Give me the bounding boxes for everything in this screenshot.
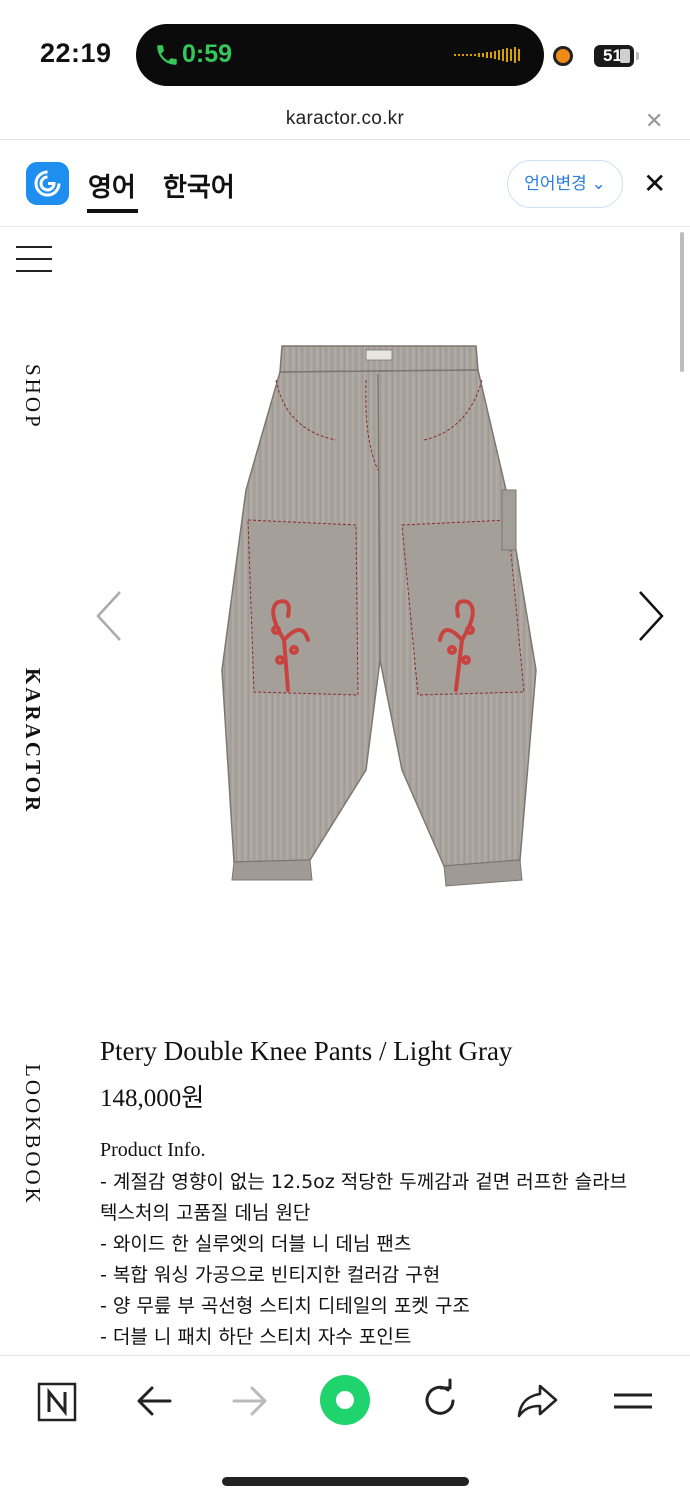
side-nav-karactor[interactable]: KARACTOR xyxy=(20,668,45,814)
battery-tip xyxy=(636,52,639,60)
tab-target-language[interactable]: 한국어 xyxy=(163,167,235,204)
previous-image-arrow-icon[interactable] xyxy=(92,586,132,646)
product-image[interactable] xyxy=(206,340,556,895)
translate-logo-icon xyxy=(26,162,69,205)
info-line: - 와이드 한 실루엣의 더블 니 데님 팬츠 xyxy=(100,1233,412,1255)
product-price: 148,000원 xyxy=(100,1085,205,1112)
close-translate-icon[interactable]: ✕ xyxy=(643,167,666,200)
menu-icon[interactable] xyxy=(608,1376,658,1426)
info-line: - 더블 니 패치 하단 스티치 자수 포인트 xyxy=(100,1326,412,1348)
home-indicator[interactable] xyxy=(222,1477,469,1486)
audio-wave-icon xyxy=(454,47,520,63)
close-tab-icon[interactable]: ✕ xyxy=(645,108,663,134)
share-icon[interactable] xyxy=(512,1376,562,1426)
green-circle-icon[interactable] xyxy=(319,1374,371,1426)
call-pill[interactable]: 0:59 xyxy=(136,24,544,86)
battery-icon: 51 xyxy=(594,45,634,67)
naver-n-icon[interactable] xyxy=(33,1376,83,1426)
change-language-button[interactable]: 언어변경 ⌄ xyxy=(507,160,623,208)
tab-source-language[interactable]: 영어 xyxy=(88,167,136,204)
reload-icon[interactable] xyxy=(415,1376,465,1426)
info-line: - 복합 워싱 가공으로 빈티지한 컬러감 구현 xyxy=(100,1264,441,1286)
translate-bar: 영어 한국어 언어변경 ⌄ ✕ xyxy=(0,141,690,227)
info-line: 텍스처의 고품질 데님 원단 xyxy=(100,1202,311,1224)
back-arrow-icon[interactable] xyxy=(130,1376,180,1426)
side-nav-shop[interactable]: SHOP xyxy=(20,364,45,430)
product-info-heading: Product Info. xyxy=(100,1139,206,1161)
info-line: - 계절감 영향이 없는 12.5oz 적당한 두께감과 겉면 러프한 슬라브 xyxy=(100,1171,628,1193)
url-text[interactable]: karactor.co.kr xyxy=(0,108,690,130)
clock: 22:19 xyxy=(40,38,112,68)
info-line: - 양 무릎 부 곡선형 스티치 디테일의 포켓 구조 xyxy=(100,1295,470,1317)
scrollbar[interactable] xyxy=(680,232,684,372)
phone-icon xyxy=(157,45,177,65)
battery-fill xyxy=(620,49,630,63)
side-nav-lookbook[interactable]: LOOKBOOK xyxy=(20,1064,45,1206)
change-language-label: 언어변경 xyxy=(524,174,587,193)
status-bar: 22:19 0:59 51 xyxy=(0,0,690,100)
url-bar[interactable]: karactor.co.kr ✕ xyxy=(0,100,690,140)
next-image-arrow-icon[interactable] xyxy=(630,586,670,646)
active-tab-underline xyxy=(87,209,138,213)
product-info-list: - 계절감 영향이 없는 12.5oz 적당한 두께감과 겉면 러프한 슬라브 … xyxy=(100,1167,660,1353)
chevron-down-icon: ⌄ xyxy=(591,174,606,193)
hamburger-menu-icon[interactable] xyxy=(16,246,52,272)
call-timer: 0:59 xyxy=(182,40,233,68)
product-title: Ptery Double Knee Pants / Light Gray xyxy=(100,1036,513,1066)
forward-arrow-icon[interactable] xyxy=(224,1376,274,1426)
recording-indicator-icon xyxy=(553,46,573,66)
